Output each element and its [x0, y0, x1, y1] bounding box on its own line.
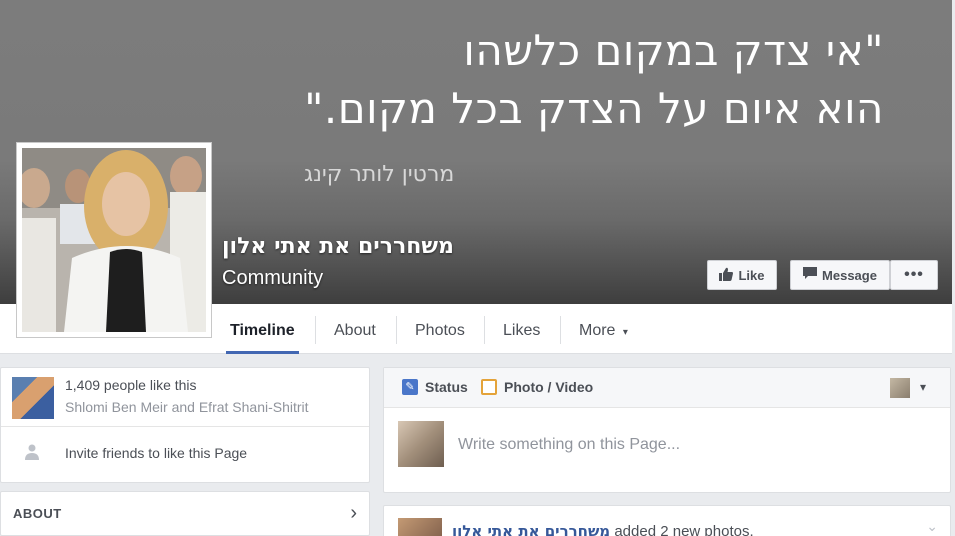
cover-quote: "אי צדק במקום כלשהו הוא איום על הצדק בכל…: [184, 22, 884, 138]
caret-down-icon: ▾: [622, 327, 628, 338]
pencil-icon: ✎: [402, 379, 418, 395]
tab-timeline[interactable]: Timeline: [226, 304, 299, 354]
post-as-avatar[interactable]: [890, 378, 910, 398]
post-author-link[interactable]: משחררים את אתי אלון: [452, 522, 610, 536]
tab-about[interactable]: About: [334, 304, 376, 354]
add-friend-icon: [23, 443, 41, 466]
message-button-label: Message: [822, 267, 877, 283]
tab-divider: [484, 316, 485, 344]
post-author-avatar[interactable]: [398, 518, 442, 536]
tab-more[interactable]: More ▾: [579, 304, 628, 354]
cover-quote-line2: הוא איום על הצדק בכל מקום.": [304, 84, 884, 133]
thumbs-up-icon: [719, 267, 734, 284]
tab-divider: [560, 316, 561, 344]
invite-friends-link[interactable]: Invite friends to like this Page: [65, 445, 247, 461]
composer-input[interactable]: Write something on this Page...: [458, 436, 680, 454]
caret-down-icon[interactable]: ▾: [920, 380, 926, 394]
cover-quote-author: מרטין לותר קינג: [304, 162, 455, 187]
more-options-button[interactable]: •••: [890, 260, 938, 290]
friends-avatar[interactable]: [12, 377, 54, 419]
status-tab[interactable]: ✎ Status: [402, 379, 468, 395]
tab-likes[interactable]: Likes: [503, 304, 540, 354]
like-button-label: Like: [738, 267, 765, 283]
more-dots-icon: •••: [904, 266, 924, 283]
tab-photos[interactable]: Photos: [415, 304, 465, 354]
about-title: ABOUT: [13, 506, 62, 521]
likes-friends[interactable]: Shlomi Ben Meir and Efrat Shani-Shitrit: [65, 399, 309, 415]
photo-icon: [481, 379, 497, 395]
tab-more-label: More: [579, 322, 616, 339]
page-category[interactable]: Community: [222, 267, 323, 290]
chevron-right-icon: ›: [350, 502, 357, 524]
likes-card: 1,409 people like this Shlomi Ben Meir a…: [0, 367, 370, 483]
profile-picture[interactable]: [16, 142, 212, 338]
chevron-down-icon[interactable]: ⌄: [926, 518, 938, 535]
page-title[interactable]: משחררים את אתי אלון: [222, 234, 454, 259]
composer-tabs: ✎ Status Photo / Video ▾: [384, 368, 950, 408]
card-divider: [1, 426, 369, 427]
post-action-text: added 2 new photos.: [610, 523, 754, 536]
tab-divider: [315, 316, 316, 344]
tab-divider: [396, 316, 397, 344]
about-card[interactable]: ABOUT ›: [0, 491, 370, 536]
message-button[interactable]: Message: [790, 260, 890, 290]
photo-video-tab[interactable]: Photo / Video: [481, 379, 593, 395]
status-tab-label: Status: [425, 379, 468, 395]
post-header: משחררים את אתי אלון added 2 new photos.: [452, 522, 754, 536]
cover-quote-line1: "אי צדק במקום כלשהו: [463, 26, 884, 75]
photo-video-tab-label: Photo / Video: [504, 379, 594, 395]
timeline-post: משחררים את אתי אלון added 2 new photos. …: [383, 505, 951, 536]
like-button[interactable]: Like: [707, 260, 777, 290]
message-icon: [803, 267, 818, 283]
composer-avatar: [398, 421, 444, 467]
likes-count[interactable]: 1,409 people like this: [65, 377, 197, 393]
profile-photo: [22, 148, 206, 332]
post-composer: ✎ Status Photo / Video ▾ Write something…: [383, 367, 951, 493]
